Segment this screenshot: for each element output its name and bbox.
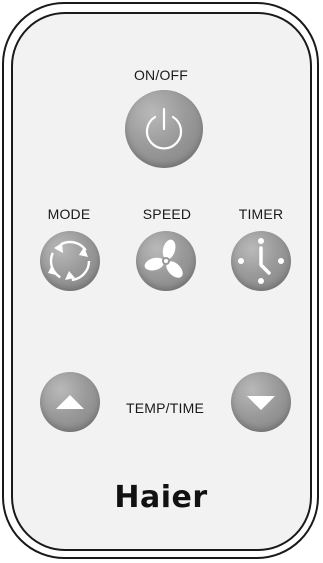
clock-icon [238,238,284,284]
triangle-down-icon [247,396,275,410]
temp-time-down-button[interactable] [231,372,291,432]
fan-icon [144,239,183,278]
brand-logo: Haier [114,480,208,515]
mode-button[interactable] [40,231,100,291]
speed-label: SPEED [142,206,192,222]
temp-time-up-button[interactable] [40,372,100,432]
timer-button[interactable] [231,231,291,291]
power-icon [145,107,183,150]
timer-label: TIMER [238,206,284,222]
cycle-arrows-icon [48,240,91,282]
power-button[interactable] [125,90,203,168]
power-label: ON/OFF [133,67,189,83]
mode-label: MODE [47,206,91,222]
speed-button[interactable] [136,231,196,291]
triangle-up-icon [56,395,84,409]
temp-time-label: TEMP/TIME [125,400,205,416]
